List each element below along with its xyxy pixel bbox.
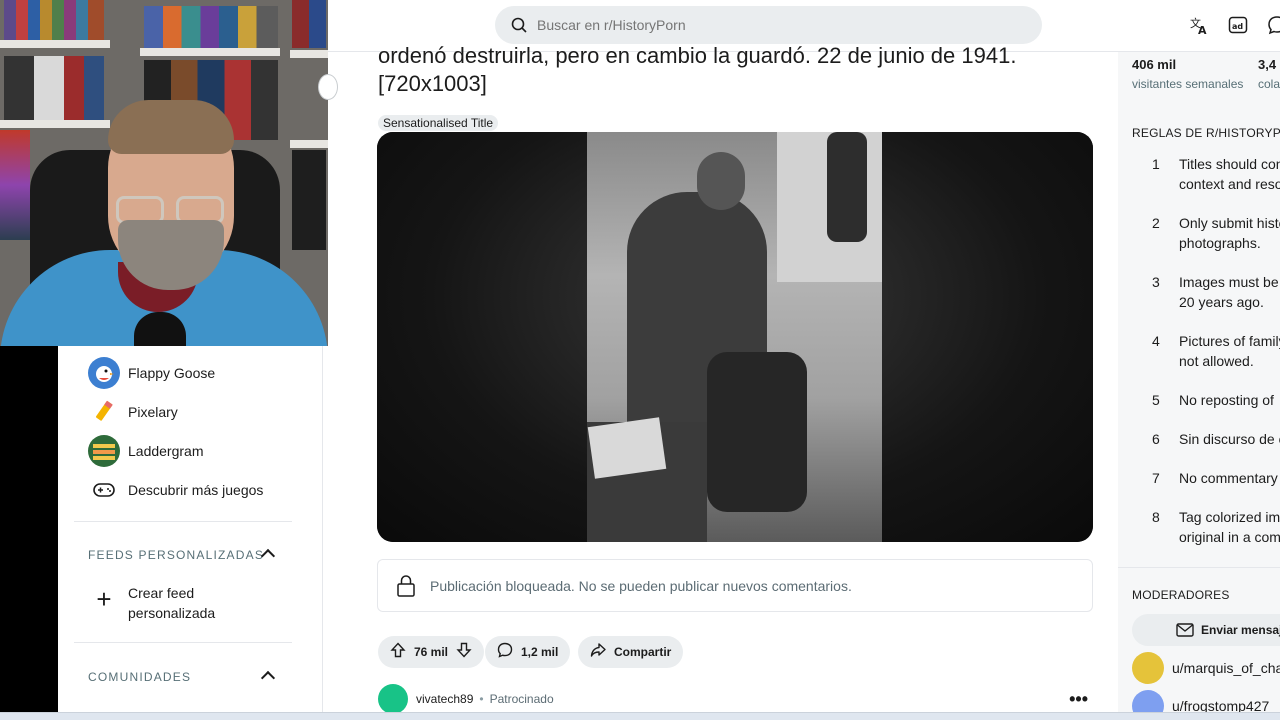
create-feed-line1: Crear feed [128,585,195,601]
divider [74,521,292,522]
rule-text: Titles should con [1179,156,1280,172]
avatar[interactable] [378,684,408,714]
rule-text: Images must be [1179,274,1279,290]
comment-icon [497,642,513,662]
discover-games-link[interactable]: Descubrir más juegos [88,474,263,506]
rule-number: 6 [1152,431,1160,447]
post-title-line2: [720x1003] [378,71,487,96]
svg-text:ad: ad [1232,22,1243,31]
vote-bar: 76 mil [378,636,485,668]
comments-button[interactable]: 1,2 mil [485,636,571,668]
create-feed-line2: personalizada [128,605,216,621]
chat-icon[interactable] [1266,14,1280,36]
locked-text: Publicación bloqueada. No se pueden publ… [430,577,852,594]
moderator-name[interactable]: u/frogstomp427 [1172,698,1269,712]
post-flair[interactable]: Sensationalised Title [378,115,499,131]
sponsor-username[interactable]: vivatech89 [416,692,473,706]
game-label: Descubrir más juegos [128,482,264,498]
moderators-header: MODERADORES [1132,588,1230,602]
locked-notice: Publicación bloqueada. No se pueden publ… [377,559,1093,612]
right-sidebar: 406 mil visitantes semanales 3,4 cola RE… [1118,52,1280,712]
game-label: Laddergram [128,443,204,459]
post-title: ordenó destruirla, pero en cambio la gua… [378,42,1098,98]
vote-count: 76 mil [414,645,449,659]
sponsored-tag: Patrocinado [489,692,554,706]
rule-text: Tag colorized ima [1179,509,1280,525]
game-item-laddergram[interactable]: Laddergram [88,435,204,467]
translate-icon[interactable]: 文A [1188,14,1210,36]
rule-text: photographs. [1179,235,1261,251]
rule-number: 5 [1152,392,1160,408]
gamepad-icon [88,474,120,506]
game-item-flappy-goose[interactable]: Flappy Goose [88,357,215,389]
send-message-button[interactable]: Enviar mensaje [1132,614,1280,646]
custom-feeds-header[interactable]: FEEDS PERSONALIZADAS [88,548,264,562]
share-label: Compartir [614,645,672,659]
rule-text: 20 years ago. [1179,294,1264,310]
mail-icon [1176,623,1194,637]
contributors-label: cola [1258,77,1280,91]
comment-count: 1,2 mil [521,645,559,659]
separator-dot: • [479,692,484,706]
search-icon [511,17,527,33]
rule-text: not allowed. [1179,353,1254,369]
rule-text: original in a com [1179,529,1280,545]
upvote-icon[interactable] [390,642,406,662]
rule-text: No commentary [1179,470,1278,486]
rule-number: 2 [1152,215,1160,231]
left-sidebar: Flappy Goose Pixelary Laddergram Descubr… [58,346,323,712]
post-title-line1: ordenó destruirla, pero en cambio la gua… [378,43,1017,68]
share-button[interactable]: Compartir [578,636,684,668]
contributors-count: 3,4 [1258,57,1277,72]
game-label: Pixelary [128,404,178,420]
rule-text: Only submit histo [1179,215,1280,231]
goose-icon [88,357,120,389]
divider [74,642,292,643]
visitors-count: 406 mil [1132,57,1177,72]
more-options-icon[interactable]: ••• [1069,689,1088,710]
rule-number: 3 [1152,274,1160,290]
advertise-icon[interactable]: ad [1227,14,1249,36]
plus-icon: + [96,583,112,614]
visitors-label: visitantes semanales [1132,77,1244,91]
send-message-label: Enviar mensaje [1201,623,1280,637]
divider [1118,567,1280,568]
chevron-up-icon[interactable] [260,670,276,686]
downvote-icon[interactable] [456,642,472,662]
avatar [1132,652,1164,684]
webcam-overlay [0,0,328,346]
left-black-strip [0,346,58,712]
create-feed-label: Crear feed personalizada [128,583,215,623]
rule-number: 7 [1152,470,1160,486]
rules-header: REGLAS DE R/HISTORYPORN [1132,126,1280,140]
sidebar-collapse-handle[interactable] [318,74,338,100]
pencil-icon [88,396,120,428]
post-image[interactable] [377,132,1093,542]
ladder-icon [88,435,120,467]
rule-text: Sin discurso de c [1179,431,1280,447]
rule-text: Pictures of family [1179,333,1280,349]
game-item-pixelary[interactable]: Pixelary [88,396,178,428]
rule-text: No reposting of [1179,392,1274,408]
communities-header[interactable]: COMUNIDADES [88,670,191,684]
lock-icon [397,574,415,597]
game-label: Flappy Goose [128,365,216,381]
svg-text:A: A [1198,24,1207,35]
create-feed-button[interactable]: + Crear feed personalizada [88,583,215,623]
avatar [1132,690,1164,712]
moderator-item[interactable]: u/marquis_of_chac [1132,652,1280,684]
historical-photo [587,132,882,542]
sponsored-post-header: vivatech89 • Patrocinado ••• [378,684,1088,714]
moderator-name[interactable]: u/marquis_of_chac [1172,660,1280,676]
rule-number: 4 [1152,333,1160,349]
moderator-item[interactable]: u/frogstomp427 [1132,690,1269,712]
share-icon [590,642,606,662]
os-taskbar [0,712,1280,720]
rule-number: 1 [1152,156,1160,172]
rule-number: 8 [1152,509,1160,525]
search-bar[interactable] [495,6,1042,44]
rule-text: context and reso [1179,176,1280,192]
search-input[interactable] [537,17,1017,33]
